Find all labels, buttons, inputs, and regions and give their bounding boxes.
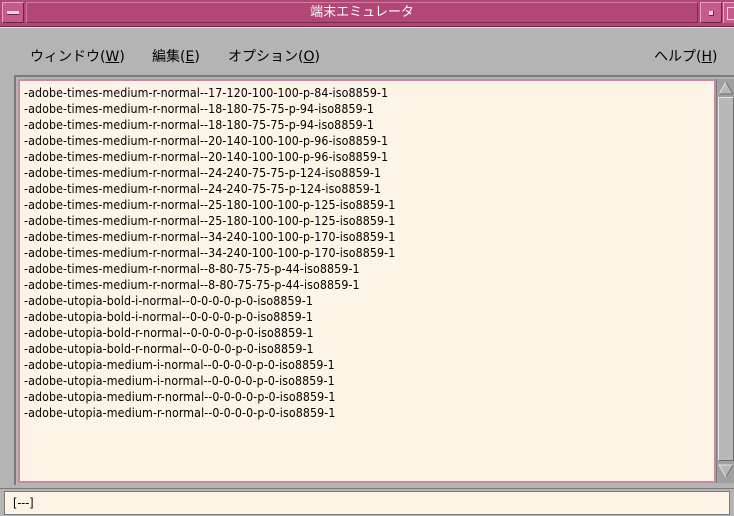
menu-options[interactable]: オプション(O) (228, 46, 320, 66)
maximize-icon (727, 7, 734, 20)
window-title[interactable]: 端末エミュレータ (26, 2, 698, 23)
terminal-line: -adobe-times-medium-r-normal--20-140-100… (24, 150, 389, 164)
menu-edit[interactable]: 編集(E) (152, 46, 200, 66)
terminal-line: -adobe-times-medium-r-normal--18-180-75-… (24, 102, 374, 116)
terminal-line: -adobe-times-medium-r-normal--25-180-100… (24, 198, 396, 212)
terminal-window: 端末エミュレータ ウィンドウ(W) 編集(E) オプション(O) ヘルプ(H) … (0, 0, 734, 516)
arrow-up-icon (718, 81, 734, 95)
terminal-line: -adobe-times-medium-r-normal--25-180-100… (24, 214, 396, 228)
menu-edit-label: 編集( (152, 49, 186, 65)
title-bar[interactable]: 端末エミュレータ (0, 0, 734, 27)
scroll-up-button[interactable] (718, 80, 734, 96)
menu-edit-suffix: ) (194, 49, 200, 65)
status-field: [---] (4, 491, 730, 515)
menu-edit-mnemonic: E (185, 49, 195, 65)
terminal-line: -adobe-times-medium-r-normal--20-140-100… (24, 134, 389, 148)
terminal-line: -adobe-utopia-bold-i-normal--0-0-0-0-p-0… (24, 310, 314, 324)
menu-window-label: ウィンドウ( (30, 49, 106, 65)
status-bar: [---] (0, 488, 734, 516)
terminal-line: -adobe-utopia-medium-i-normal--0-0-0-0-p… (24, 374, 335, 388)
terminal-line: -adobe-utopia-medium-r-normal--0-0-0-0-p… (24, 406, 336, 420)
menu-window-mnemonic: W (105, 49, 120, 65)
scroll-thumb[interactable] (718, 97, 734, 461)
terminal-text-area[interactable]: -adobe-times-medium-r-normal--17-120-100… (18, 79, 716, 483)
scroll-down-button[interactable] (718, 463, 734, 479)
terminal-line: -adobe-utopia-bold-r-normal--0-0-0-0-p-0… (24, 342, 314, 356)
minimize-button[interactable] (700, 2, 722, 23)
window-menu-button[interactable] (2, 2, 24, 23)
menu-help[interactable]: ヘルプ(H) (654, 46, 717, 66)
terminal-line: -adobe-times-medium-r-normal--34-240-100… (24, 230, 396, 244)
minimize-icon (709, 11, 714, 16)
window-title-text: 端末エミュレータ (310, 5, 414, 20)
vertical-scrollbar[interactable] (716, 79, 734, 483)
menu-window[interactable]: ウィンドウ(W) (30, 46, 125, 66)
menu-bar: ウィンドウ(W) 編集(E) オプション(O) ヘルプ(H) (0, 27, 734, 75)
terminal-line: -adobe-utopia-bold-i-normal--0-0-0-0-p-0… (24, 294, 314, 308)
maximize-button[interactable] (723, 2, 734, 23)
terminal-line: -adobe-times-medium-r-normal--24-240-75-… (24, 182, 382, 196)
terminal-line: -adobe-times-medium-r-normal--34-240-100… (24, 246, 396, 260)
terminal-line: -adobe-times-medium-r-normal--8-80-75-75… (24, 278, 360, 292)
terminal-line: -adobe-utopia-medium-i-normal--0-0-0-0-p… (24, 358, 335, 372)
menu-help-mnemonic: H (701, 49, 712, 65)
arrow-down-icon (718, 464, 734, 478)
status-text: [---] (13, 496, 34, 510)
menu-window-suffix: ) (119, 49, 125, 65)
terminal-line: -adobe-utopia-bold-r-normal--0-0-0-0-p-0… (24, 326, 314, 340)
menu-options-suffix: ) (314, 49, 320, 65)
menu-options-mnemonic: O (303, 49, 315, 65)
menu-options-label: オプション( (228, 49, 304, 65)
terminal-line: -adobe-times-medium-r-normal--24-240-75-… (24, 166, 382, 180)
menu-help-label: ヘルプ( (654, 49, 702, 65)
terminal-line: -adobe-times-medium-r-normal--17-120-100… (24, 86, 389, 100)
terminal-line: -adobe-times-medium-r-normal--18-180-75-… (24, 118, 374, 132)
window-menu-icon (7, 11, 19, 15)
menu-help-suffix: ) (712, 49, 718, 65)
terminal-line: -adobe-utopia-medium-r-normal--0-0-0-0-p… (24, 390, 336, 404)
terminal-line: -adobe-times-medium-r-normal--8-80-75-75… (24, 262, 360, 276)
